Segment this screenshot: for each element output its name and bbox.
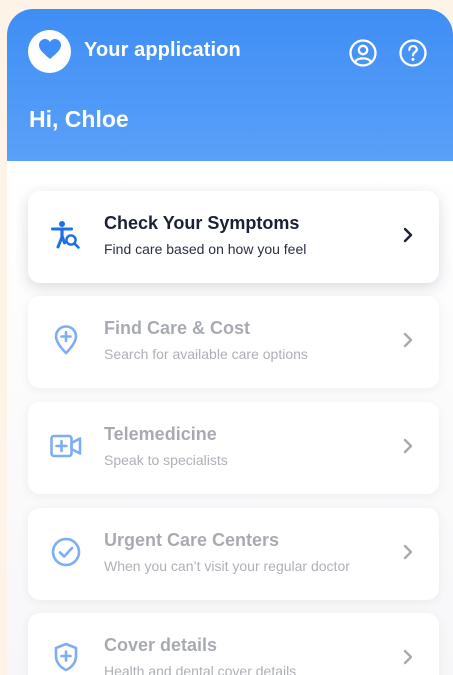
menu-list: Check Your Symptoms Find care based on h… — [7, 161, 453, 675]
menu-item-title: Cover details — [104, 635, 218, 655]
greeting: Hi, Chloe — [29, 106, 129, 132]
menu-item-telemedicine[interactable]: Telemedicine Speak to specialists — [28, 402, 439, 494]
menu-item-subtitle: Health and dental cover details — [104, 663, 297, 675]
menu-item-subtitle: Search for available care options — [104, 346, 308, 362]
app-screen: Your application Hi, Chloe Check Your Sy… — [7, 9, 453, 675]
chevron-right-icon — [401, 436, 415, 456]
menu-item-urgent-care[interactable]: Urgent Care Centers When you can’t visit… — [28, 508, 439, 600]
check-circle-icon — [48, 534, 84, 570]
chevron-right-icon — [401, 225, 415, 245]
chevron-right-icon — [401, 542, 415, 562]
menu-item-title: Find Care & Cost — [104, 318, 251, 338]
menu-item-cover-details[interactable]: Cover details Health and dental cover de… — [28, 613, 439, 675]
location-plus-icon — [48, 322, 84, 358]
app-logo — [28, 30, 71, 73]
menu-item-find-care[interactable]: Find Care & Cost Search for available ca… — [28, 296, 439, 388]
shield-plus-icon — [48, 639, 84, 675]
menu-item-title: Urgent Care Centers — [104, 530, 280, 550]
menu-item-subtitle: Speak to specialists — [104, 452, 228, 468]
menu-item-subtitle: Find care based on how you feel — [104, 241, 307, 257]
chevron-right-icon — [401, 330, 415, 350]
menu-item-title: Telemedicine — [104, 424, 217, 444]
menu-item-check-symptoms[interactable]: Check Your Symptoms Find care based on h… — [28, 191, 439, 283]
profile-icon[interactable] — [348, 38, 378, 68]
video-plus-icon — [48, 428, 84, 464]
app-title: Your application — [84, 39, 241, 61]
menu-item-subtitle: When you can’t visit your regular doctor — [104, 558, 350, 574]
help-icon[interactable] — [398, 38, 428, 68]
symptom-check-icon — [48, 217, 84, 253]
heart-icon — [38, 38, 62, 65]
chevron-right-icon — [401, 647, 415, 667]
app-header: Your application Hi, Chloe — [7, 9, 453, 161]
menu-item-title: Check Your Symptoms — [104, 213, 300, 233]
